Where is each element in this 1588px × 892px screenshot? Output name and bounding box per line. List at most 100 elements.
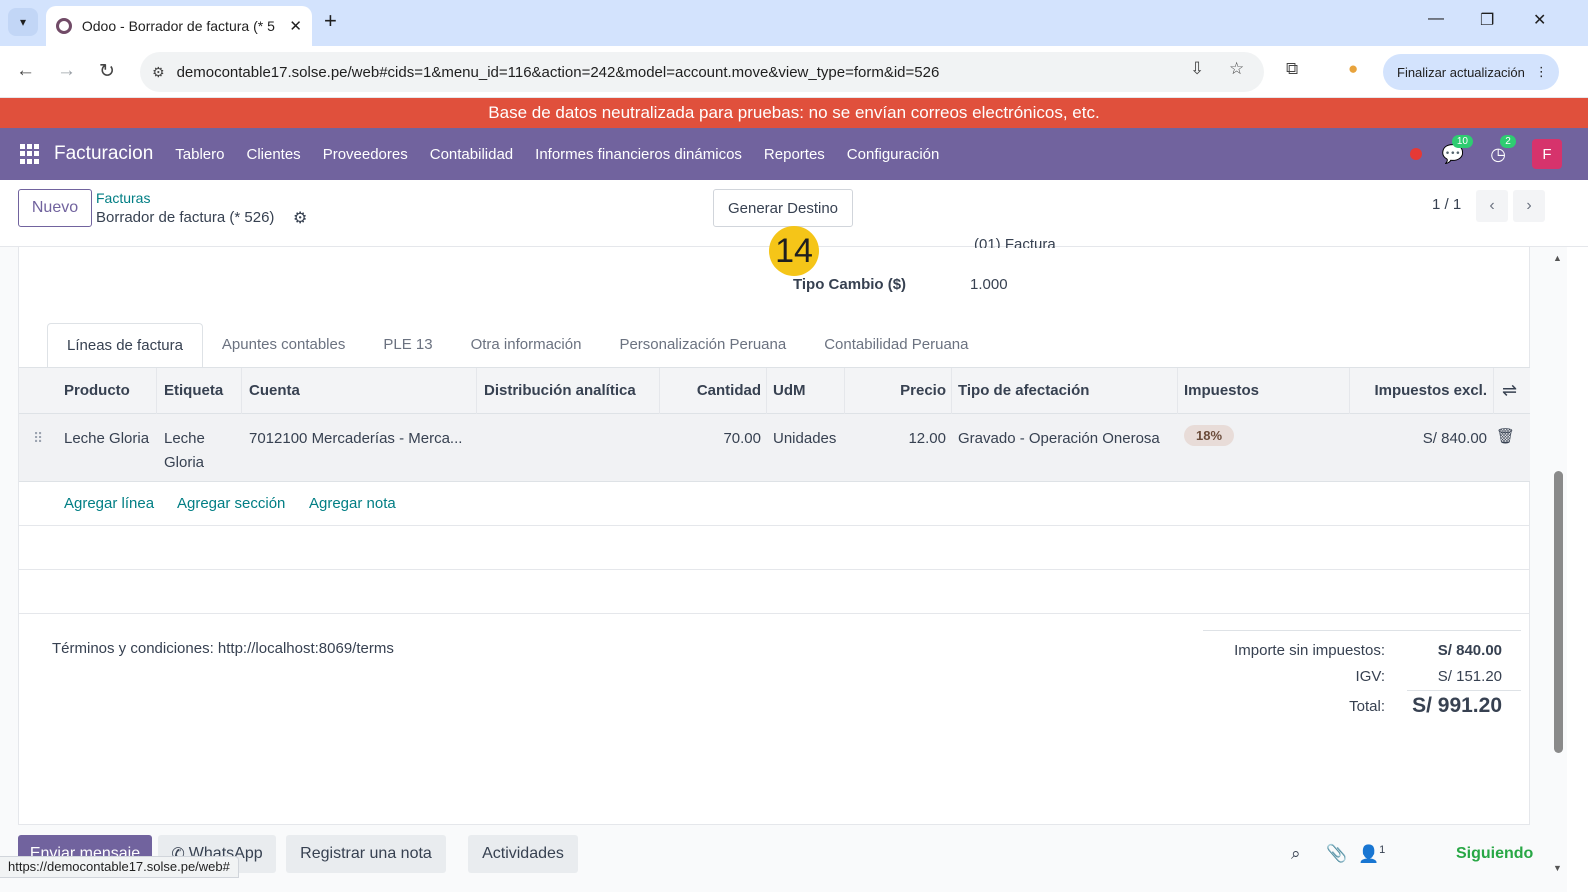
profile-icon[interactable]: ● (1348, 59, 1358, 79)
optional-columns-icon[interactable]: ⇌ (1502, 380, 1517, 401)
tax-tag[interactable]: 18% (1184, 425, 1235, 446)
apps-grid-icon[interactable] (20, 144, 40, 164)
cell-precio[interactable]: 12.00 (851, 427, 946, 451)
tab-other-info[interactable]: Otra información (452, 323, 601, 368)
new-tab-plus-icon[interactable]: + (324, 8, 337, 34)
restore-icon[interactable]: ❐ (1480, 10, 1494, 30)
menu-proveedores[interactable]: Proveedores (323, 146, 408, 163)
menu-reportes[interactable]: Reportes (764, 146, 825, 163)
delete-line-trash-icon[interactable]: 🗑 (1496, 427, 1515, 445)
extensions-icon[interactable]: ⧉ (1286, 59, 1298, 79)
exchange-rate-value[interactable]: 1.000 (970, 276, 1008, 293)
tab-ple-13[interactable]: PLE 13 (364, 323, 451, 368)
add-line-link[interactable]: Agregar línea (64, 495, 154, 512)
notebook-tabs: Líneas de factura Apuntes contables PLE … (47, 323, 988, 368)
activities-button[interactable]: Actividades (468, 835, 578, 873)
tab-peruvian-custom[interactable]: Personalización Peruana (600, 323, 805, 368)
terms-and-conditions[interactable]: Términos y condiciones: http://localhost… (52, 640, 394, 657)
menu-clientes[interactable]: Clientes (246, 146, 300, 163)
col-etiqueta[interactable]: Etiqueta (164, 382, 223, 399)
tab-invoice-lines[interactable]: Líneas de factura (47, 323, 203, 368)
col-divider (156, 368, 157, 414)
log-note-button[interactable]: Registrar una nota (286, 835, 446, 873)
site-settings-icon[interactable]: ⚙ (152, 64, 165, 81)
add-section-link[interactable]: Agregar sección (177, 495, 285, 512)
activities-clock-icon[interactable]: ◷ 2 (1490, 134, 1516, 165)
tab-journal-items[interactable]: Apuntes contables (203, 323, 364, 368)
table-row[interactable]: ⠿ Leche Gloria Leche Gloria 7012100 Merc… (19, 414, 1530, 482)
minimize-icon[interactable]: — (1428, 10, 1444, 28)
col-cantidad[interactable]: Cantidad (667, 382, 761, 399)
window-close-icon[interactable]: ✕ (1533, 10, 1546, 30)
bookmark-star-icon[interactable]: ☆ (1229, 59, 1244, 79)
update-browser-button[interactable]: Finalizar actualización ⋮ (1383, 54, 1559, 90)
neutralized-db-banner: Base de datos neutralizada para pruebas:… (0, 98, 1588, 128)
menu-contabilidad[interactable]: Contabilidad (430, 146, 513, 163)
following-button[interactable]: Siguiendo (1456, 845, 1533, 863)
browser-tab[interactable]: Odoo - Borrador de factura (* 5 ✕ (46, 6, 312, 46)
col-impuestos[interactable]: Impuestos (1184, 382, 1259, 399)
cell-etiqueta-line1: Leche (164, 430, 205, 447)
browser-tab-bar: ▾ Odoo - Borrador de factura (* 5 ✕ + — … (0, 0, 1588, 46)
breadcrumb-invoices[interactable]: Facturas (96, 190, 150, 206)
paperclip-icon[interactable]: 📎 (1326, 844, 1347, 864)
reload-icon[interactable]: ↻ (99, 60, 115, 83)
forward-arrow-icon[interactable]: → (57, 60, 76, 82)
col-precio[interactable]: Precio (851, 382, 946, 399)
tab-peruvian-accounting[interactable]: Contabilidad Peruana (805, 323, 987, 368)
cell-cuenta[interactable]: 7012100 Mercaderías - Merca... (249, 427, 462, 451)
gear-icon[interactable]: ⚙ (293, 208, 307, 228)
menu-informes-financieros[interactable]: Informes financieros dinámicos (535, 146, 742, 163)
col-analitica[interactable]: Distribución analítica (484, 382, 636, 399)
col-afectacion[interactable]: Tipo de afectación (958, 382, 1089, 399)
add-note-link[interactable]: Agregar nota (309, 495, 396, 512)
col-impuestos-excl[interactable]: Impuestos excl. (1355, 382, 1487, 399)
scroll-up-icon[interactable]: ▲ (1553, 253, 1562, 263)
search-icon[interactable]: ⌕ (1291, 844, 1301, 864)
scroll-down-icon[interactable]: ▼ (1553, 863, 1562, 873)
step-number-badge: 14 (769, 226, 819, 276)
col-divider (1493, 368, 1494, 414)
col-udm[interactable]: UdM (773, 382, 806, 399)
igv-value: S/ 151.20 (1437, 668, 1502, 685)
pager-value[interactable]: 1 / 1 (1432, 196, 1461, 213)
col-cuenta[interactable]: Cuenta (249, 382, 300, 399)
col-producto[interactable]: Producto (64, 382, 130, 399)
menu-tablero[interactable]: Tablero (175, 146, 224, 163)
cell-cantidad[interactable]: 70.00 (667, 427, 761, 451)
add-line-row: Agregar línea Agregar sección Agregar no… (19, 482, 1530, 526)
generate-destination-button[interactable]: Generar Destino (713, 189, 853, 227)
messages-icon[interactable]: 💬 10 (1442, 134, 1473, 165)
followers-icon[interactable]: 👤1 (1358, 844, 1385, 865)
cell-afectacion[interactable]: Gravado - Operación Onerosa (958, 427, 1160, 451)
odoo-main-navbar: Facturacion Tablero Clientes Proveedores… (0, 128, 1588, 180)
recording-indicator-icon[interactable] (1409, 148, 1422, 160)
browser-menu-icon[interactable]: ⋮ (1535, 64, 1548, 80)
pager-next-icon[interactable]: › (1513, 190, 1545, 222)
igv-label: IGV: (1355, 668, 1385, 685)
followers-count: 1 (1379, 844, 1386, 856)
page-scrollbar[interactable]: ▲ ▼ (1550, 247, 1567, 892)
new-button[interactable]: Nuevo (18, 189, 92, 227)
app-brand[interactable]: Facturacion (54, 143, 153, 165)
scrollbar-thumb[interactable] (1554, 471, 1563, 753)
install-app-icon[interactable]: ⇩ (1190, 59, 1204, 79)
drag-handle-icon[interactable]: ⠿ (33, 430, 43, 447)
cell-producto[interactable]: Leche Gloria (64, 427, 149, 451)
empty-row (19, 570, 1530, 614)
back-arrow-icon[interactable]: ← (16, 60, 35, 82)
user-avatar[interactable]: F (1532, 139, 1562, 169)
tab-close-icon[interactable]: ✕ (289, 17, 302, 35)
tab-search-chevron-icon[interactable]: ▾ (8, 8, 38, 36)
cell-udm[interactable]: Unidades (773, 427, 836, 451)
exchange-rate-label: Tipo Cambio ($) (793, 276, 907, 293)
col-divider (476, 368, 477, 414)
col-divider (1349, 368, 1350, 414)
pager-previous-icon[interactable]: ‹ (1476, 190, 1508, 222)
cell-etiqueta[interactable]: Leche Gloria (164, 427, 205, 475)
breadcrumb-current: Borrador de factura (* 526) (96, 209, 275, 226)
menu-configuracion[interactable]: Configuración (847, 146, 940, 163)
address-bar[interactable]: ⚙ democontable17.solse.pe/web#cids=1&men… (140, 52, 1264, 92)
messages-badge: 10 (1451, 134, 1473, 148)
document-type-value[interactable]: (01) Factura (974, 236, 1056, 248)
